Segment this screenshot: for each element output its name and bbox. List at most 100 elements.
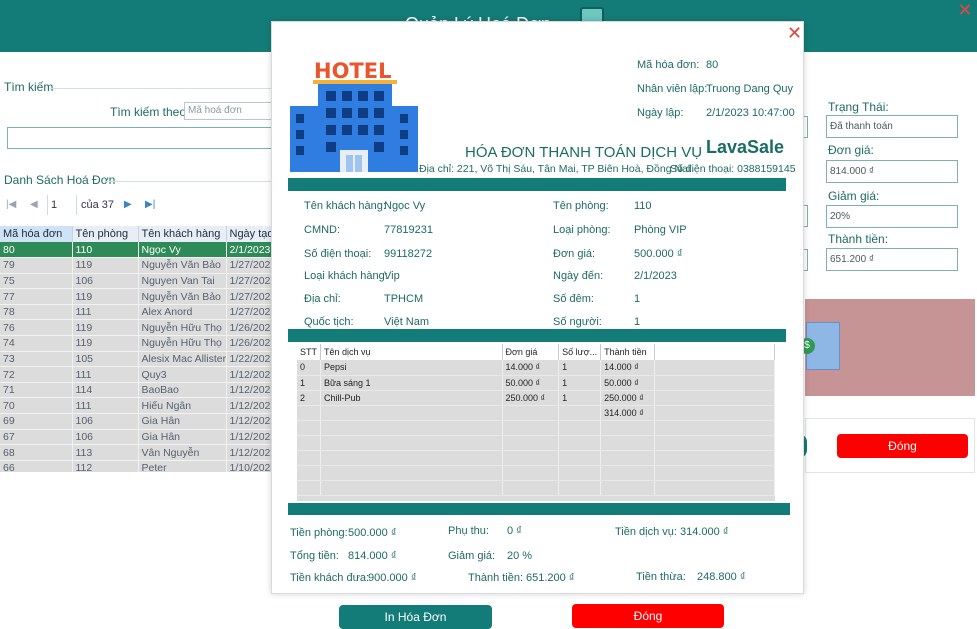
table-row[interactable] (297, 480, 775, 496)
brand-name: LavaSale (706, 137, 785, 157)
window-close-icon[interactable]: ✕ (955, 0, 975, 20)
table-cell: Ngọc Vy (138, 242, 227, 259)
table-cell: 1/27/2023 (226, 288, 273, 305)
close-button[interactable]: Đóng (837, 434, 968, 458)
column-header[interactable]: Mã hóa đơn (0, 226, 73, 242)
table-row[interactable]: 66 112 Peter 1/10/2023 (0, 460, 273, 472)
divider-bar (288, 503, 790, 515)
table-cell: 119 (72, 319, 139, 337)
table-row[interactable]: 68 113 Vân Nguyễn 1/12/2023 (0, 444, 273, 461)
table-row[interactable]: 80 110 Ngọc Vy 2/1/2023 (0, 242, 273, 259)
table-cell (320, 420, 503, 436)
column-header[interactable]: Tên phòng (72, 226, 139, 242)
table-cell: Nguyễn Văn Bảo (138, 257, 227, 274)
table-cell: Nguyễn Hữu Thọ (138, 335, 227, 352)
table-row[interactable]: 2 Chill-Pub 250.000 ₫ 1 250.000 ₫ (297, 390, 775, 406)
table-row[interactable]: 67 106 Gia Hân 1/12/2023 (0, 429, 273, 446)
table-row[interactable] (297, 420, 775, 436)
invoice-table[interactable]: Mã hóa đơn Tên phòng Tên khách hàng Ngày tạ… (0, 226, 273, 472)
close-icon[interactable]: ✕ (787, 23, 802, 43)
table-cell (297, 405, 321, 421)
people-label: Số người: (553, 316, 602, 328)
column-header[interactable]: Tên dịch vụ (320, 344, 503, 360)
table-cell: 119 (72, 335, 139, 352)
search-input[interactable] (7, 127, 277, 149)
table-cell: Bữa sáng 1 (320, 375, 503, 391)
dialog-close-button[interactable]: Đóng (572, 604, 724, 628)
column-header[interactable]: Đơn giá (502, 344, 560, 360)
table-row[interactable]: 314.000 ₫ (297, 405, 775, 421)
invoice-id-value: 80 (706, 59, 719, 71)
total-field[interactable]: 651.200 ₫ (826, 248, 958, 271)
table-cell (600, 465, 655, 481)
final-label: Thành tiền: (468, 572, 524, 584)
table-row[interactable]: 74 119 Nguyễn Hữu Thọ 1/26/2023 (0, 335, 273, 352)
customer-id-label: CMND: (304, 224, 341, 236)
change-value: 248.800 ₫ (697, 571, 746, 583)
table-row[interactable]: 75 106 Nguyen Van Tai 1/27/2023 (0, 273, 273, 290)
status-field[interactable]: Đã thanh toán (826, 115, 958, 138)
room-fee-value: 500.000 ₫ (348, 527, 397, 539)
table-cell (320, 405, 503, 421)
table-row[interactable]: 70 111 Hiếu Ngân 1/12/2023 (0, 397, 273, 415)
table-cell: 1 (558, 375, 602, 391)
table-row[interactable] (297, 465, 775, 481)
table-row[interactable]: 78 111 Alex Anord 1/27/2023 (0, 304, 273, 321)
table-cell (297, 435, 321, 451)
customer-phone-label: Số điện thoại: (304, 248, 372, 260)
table-cell: 1/12/2023 (226, 413, 273, 430)
table-row[interactable] (297, 435, 775, 451)
table-row[interactable]: 77 119 Nguyễn Văn Bảo 1/27/2023 (0, 288, 273, 305)
print-invoice-button[interactable]: In Hóa Đơn (339, 605, 492, 629)
surcharge-label: Phụ thu: (448, 525, 489, 537)
table-cell: 106 (72, 429, 139, 446)
page-number-input[interactable]: 1 (47, 195, 77, 215)
customer-type-label: Loại khách hàng: (304, 270, 388, 282)
discount-field[interactable]: 20% (826, 205, 958, 228)
table-row[interactable]: 71 114 BaoBao 1/12/2023 (0, 382, 273, 399)
table-cell: 106 (72, 273, 139, 290)
table-cell: 68 (0, 444, 73, 461)
prev-page-icon[interactable]: ◀ (30, 199, 38, 210)
customer-phone-value: 99118272 (384, 248, 433, 260)
table-cell (297, 480, 321, 496)
customer-nationality-value: Việt Nam (384, 316, 430, 328)
column-header[interactable]: Số lượ... (558, 344, 602, 360)
column-header[interactable]: Thành tiền (600, 344, 655, 360)
price-field[interactable]: 814.000 ₫ (826, 160, 958, 183)
table-row[interactable] (297, 450, 775, 466)
search-group-legend: Tìm kiếm (4, 80, 54, 94)
table-row[interactable]: 0 Pepsi 14.000 ₫ 1 14.000 ₫ (297, 360, 775, 376)
column-header[interactable]: STT (297, 344, 321, 360)
room-price-value: 500.000 ₫ (634, 248, 683, 260)
table-cell (297, 450, 321, 466)
table-cell (654, 450, 775, 466)
table-row[interactable]: 72 111 Quy3 1/12/2023 (0, 366, 273, 383)
table-cell: 66 (0, 460, 73, 472)
pager: |◀ ◀ 1 của 37 ▶ ▶| (0, 195, 275, 217)
customer-name-label: Tên khách hàng: (304, 200, 386, 212)
last-page-icon[interactable]: ▶| (145, 199, 155, 210)
search-by-select[interactable]: Mã hoá đơn (184, 102, 274, 120)
table-cell: Vân Nguyễn (138, 444, 227, 461)
column-header[interactable]: Tên khách hàng (138, 226, 227, 242)
table-row[interactable]: 79 119 Nguyễn Văn Bảo 1/27/2023 (0, 257, 273, 274)
arrival-label: Ngày đến: (553, 270, 604, 282)
services-table[interactable]: STT Tên dịch vụ Đơn giá Số lượ... Thành tiền… (297, 344, 775, 501)
table-row[interactable]: 76 119 Nguyễn Hữu Thọ 1/26/2023 (0, 319, 273, 337)
table-cell: 1/12/2023 (226, 397, 273, 415)
table-row[interactable]: 69 106 Gia Hân 1/12/2023 (0, 413, 273, 430)
table-cell (558, 450, 602, 466)
table-cell: 79 (0, 257, 73, 274)
table-cell (502, 420, 560, 436)
page-count: của 37 (81, 199, 115, 211)
next-page-icon[interactable]: ▶ (124, 199, 132, 210)
table-row[interactable]: 73 105 Alesix Mac Allister 1/22/2023 (0, 351, 273, 368)
column-header[interactable]: Ngày tạo (226, 226, 273, 242)
table-cell: 1 (558, 390, 602, 406)
room-fee-label: Tiền phòng: (290, 527, 348, 539)
table-row[interactable]: 1 Bữa sáng 1 50.000 ₫ 1 50.000 ₫ (297, 375, 775, 391)
table-cell: Gia Hân (138, 413, 227, 430)
discount-value: 20 % (507, 550, 533, 562)
first-page-icon[interactable]: |◀ (6, 199, 16, 210)
